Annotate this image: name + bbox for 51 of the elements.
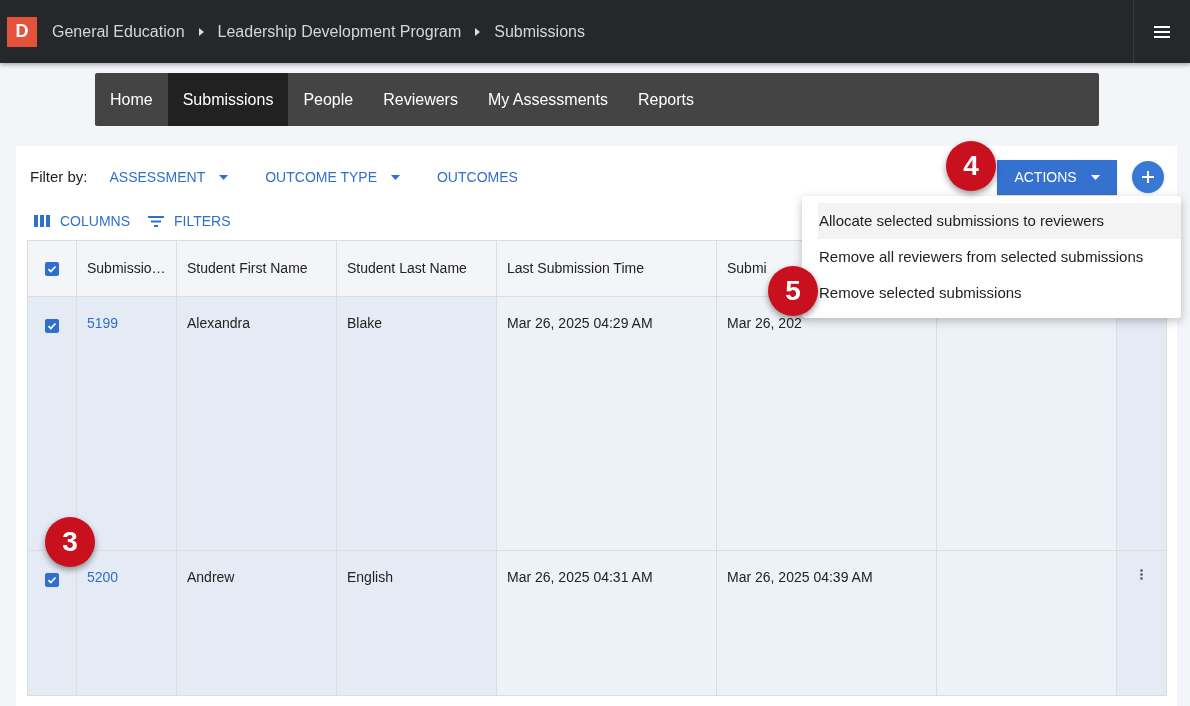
columns-icon xyxy=(34,215,50,227)
filter-dropdown[interactable]: ASSESSMENT xyxy=(109,166,229,188)
column-header[interactable]: Submissio… xyxy=(87,258,166,279)
column-header[interactable]: Submi xyxy=(727,258,767,279)
nav-tab[interactable]: Submissions xyxy=(167,73,289,126)
menu-icon[interactable] xyxy=(1154,25,1170,38)
checkbox[interactable] xyxy=(45,319,59,333)
filter-label: Filter by: xyxy=(30,166,88,187)
submission-link[interactable]: 5200 xyxy=(87,569,119,585)
chevron-icon xyxy=(198,27,204,36)
filter-dropdown[interactable]: OUTCOME TYPE xyxy=(265,166,400,188)
table-cell: Mar 26, 2025 04:31 AM xyxy=(497,551,717,695)
nav-tab[interactable]: People xyxy=(288,73,369,126)
table-cell: Blake xyxy=(337,297,497,550)
step-badge: 4 xyxy=(946,141,996,191)
column-header[interactable]: Last Submission Time xyxy=(507,258,644,279)
columns-button[interactable]: COLUMNS xyxy=(34,210,130,232)
breadcrumb-link[interactable]: Leadership Development Program xyxy=(217,19,462,44)
menu-item[interactable]: Remove all reviewers from selected submissions xyxy=(818,239,1181,275)
nav-tab[interactable]: Home xyxy=(95,73,168,126)
filters-button[interactable]: FILTERS xyxy=(148,210,231,232)
nav-tab[interactable]: Reviewers xyxy=(368,73,473,126)
check-icon xyxy=(47,263,57,274)
menu-item[interactable]: Allocate selected submissions to reviewers xyxy=(818,203,1181,239)
table-cell: English xyxy=(337,551,497,695)
submission-link[interactable]: 5199 xyxy=(87,315,119,331)
actions-button[interactable]: ACTIONS xyxy=(997,160,1117,195)
plus-icon xyxy=(1142,171,1154,183)
column-header[interactable]: Student First Name xyxy=(187,258,308,279)
checkbox[interactable] xyxy=(45,573,59,587)
table-cell: Mar 26, 2025 04:29 AM xyxy=(497,297,717,550)
chevron-icon xyxy=(475,27,481,36)
nav-tab[interactable]: My Assessments xyxy=(472,73,623,126)
filter-dropdown[interactable]: OUTCOMES xyxy=(437,166,518,188)
column-header[interactable]: Student Last Name xyxy=(347,258,467,279)
table-cell: Mar 26, 2025 04:39 AM xyxy=(717,551,937,695)
check-icon xyxy=(47,575,57,585)
more-icon[interactable] xyxy=(1140,569,1143,580)
nav-tab[interactable]: Reports xyxy=(622,73,709,126)
table-cell: Andrew xyxy=(177,551,337,695)
check-icon xyxy=(47,321,57,331)
add-button[interactable] xyxy=(1132,161,1164,193)
caret-icon xyxy=(391,174,400,180)
checkbox[interactable] xyxy=(45,261,59,276)
caret-icon xyxy=(219,174,229,180)
breadcrumb-link[interactable]: Submissions xyxy=(494,19,585,44)
breadcrumb-link[interactable]: General Education xyxy=(52,19,185,44)
caret-icon xyxy=(1090,175,1100,180)
filter-icon xyxy=(148,215,164,227)
table-cell: Alexandra xyxy=(177,297,337,550)
logo[interactable]: D xyxy=(7,16,37,47)
